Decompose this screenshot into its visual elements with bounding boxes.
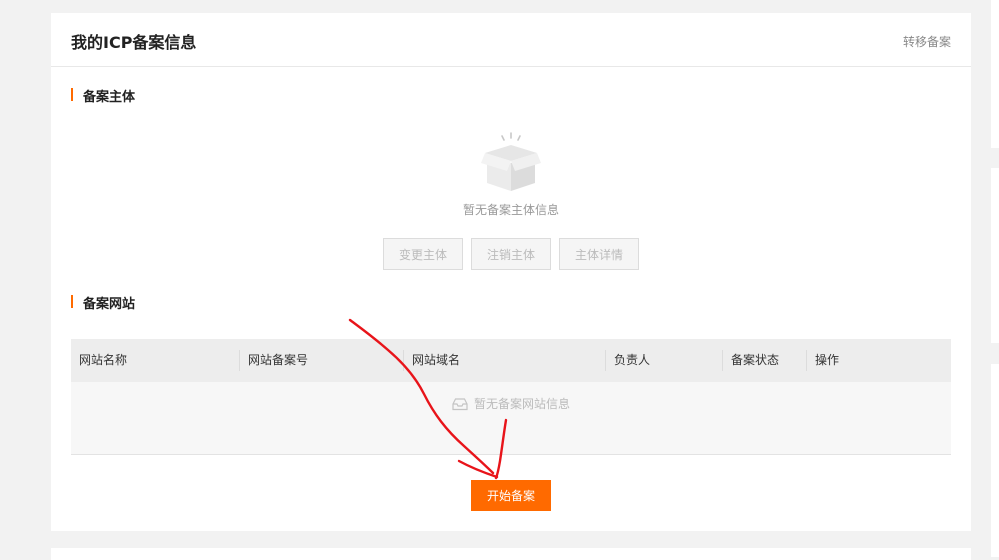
side-panel-edge [991, 0, 999, 148]
column-header-actions: 操作 [815, 353, 840, 367]
column-divider [403, 350, 404, 371]
table-body: 暂无备案网站信息 [71, 382, 951, 455]
side-panel-edge [991, 364, 999, 557]
column-divider [605, 350, 606, 371]
entity-empty-text: 暂无备案主体信息 [462, 203, 559, 217]
empty-inbox-icon [452, 398, 468, 411]
column-header-owner: 负责人 [614, 353, 651, 367]
entity-details-button[interactable]: 主体详情 [559, 238, 639, 270]
icp-info-card: 我的ICP备案信息 转移备案 备案主体 暂无备案主体信息 变更主体 注销主体 主… [51, 13, 971, 531]
column-divider [722, 350, 723, 371]
column-header-domain: 网站域名 [412, 353, 461, 367]
entity-section-label: 备案主体 [83, 90, 136, 105]
column-header-filing-number: 网站备案号 [248, 353, 309, 367]
cancel-entity-button[interactable]: 注销主体 [471, 238, 551, 270]
website-section-label: 备案网站 [83, 297, 136, 312]
entity-section-title: 备案主体 [71, 86, 135, 105]
side-panel-edge [991, 168, 999, 343]
entity-actions: 变更主体 注销主体 主体详情 [383, 238, 639, 270]
column-header-status: 备案状态 [731, 353, 780, 367]
page-title: 我的ICP备案信息 [71, 33, 197, 52]
section-accent-bar [71, 88, 73, 101]
empty-box-icon [481, 131, 541, 193]
section-accent-bar [71, 295, 73, 308]
table-empty-state: 暂无备案网站信息 [71, 395, 951, 412]
change-entity-button[interactable]: 变更主体 [383, 238, 463, 270]
card-header: 我的ICP备案信息 转移备案 [51, 13, 971, 67]
next-card-edge [51, 548, 971, 560]
table-empty-text: 暂无备案网站信息 [473, 397, 570, 411]
start-filing-button[interactable]: 开始备案 [471, 480, 551, 511]
column-header-site-name: 网站名称 [79, 353, 128, 367]
website-table: 网站名称 网站备案号 网站域名 负责人 备案状态 操作 暂无备案网站信息 [71, 339, 951, 455]
column-divider [806, 350, 807, 371]
table-header: 网站名称 网站备案号 网站域名 负责人 备案状态 操作 [71, 339, 951, 382]
transfer-filing-link[interactable]: 转移备案 [903, 33, 951, 50]
website-section-title: 备案网站 [71, 293, 135, 312]
column-divider [239, 350, 240, 371]
